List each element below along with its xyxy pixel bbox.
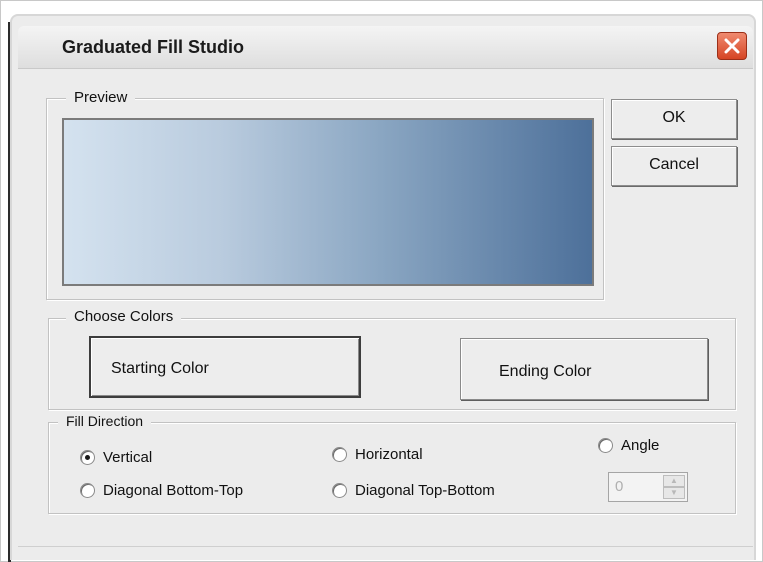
preview-legend: Preview	[66, 89, 136, 106]
spin-up-icon[interactable]: ▲	[663, 475, 685, 487]
ending-color-label: Ending Color	[499, 363, 592, 380]
dialog-title: Graduated Fill Studio	[62, 37, 245, 57]
starting-color-button[interactable]: Starting Color	[89, 336, 361, 398]
fill-direction-legend: Fill Direction	[58, 413, 152, 429]
close-icon	[724, 38, 740, 54]
dialog-bottom-edge	[18, 546, 753, 547]
angle-value[interactable]: 0	[615, 478, 623, 495]
spin-down-icon[interactable]: ▼	[663, 487, 685, 499]
radio-button[interactable]	[332, 447, 347, 462]
radio-diagonal-top-bottom[interactable]: Diagonal Top-Bottom	[332, 482, 495, 499]
radio-button[interactable]	[598, 438, 613, 453]
radio-label: Diagonal Top-Bottom	[355, 482, 495, 499]
spinner-buttons: ▲ ▼	[663, 475, 685, 499]
close-button[interactable]	[717, 32, 747, 60]
radio-label: Angle	[621, 437, 660, 454]
radio-diagonal-bottom-top[interactable]: Diagonal Bottom-Top	[80, 482, 243, 499]
radio-button[interactable]	[80, 450, 95, 465]
angle-spinner[interactable]: 0 ▲ ▼	[608, 472, 688, 502]
radio-button[interactable]	[332, 483, 347, 498]
gradient-preview	[62, 118, 594, 286]
radio-button[interactable]	[80, 483, 95, 498]
ending-color-button[interactable]: Ending Color	[460, 338, 708, 400]
title-bar[interactable]: Graduated Fill Studio	[18, 26, 753, 69]
choose-colors-legend: Choose Colors	[66, 308, 182, 325]
radio-angle[interactable]: Angle	[598, 437, 659, 454]
radio-label: Vertical	[103, 449, 153, 466]
radio-horizontal[interactable]: Horizontal	[332, 446, 423, 463]
radio-label: Horizontal	[355, 446, 423, 463]
cancel-button[interactable]: Cancel	[611, 146, 737, 186]
radio-label: Diagonal Bottom-Top	[103, 482, 244, 499]
radio-vertical[interactable]: Vertical	[80, 449, 152, 466]
starting-color-label: Starting Color	[111, 360, 209, 377]
ok-button[interactable]: OK	[611, 99, 737, 139]
